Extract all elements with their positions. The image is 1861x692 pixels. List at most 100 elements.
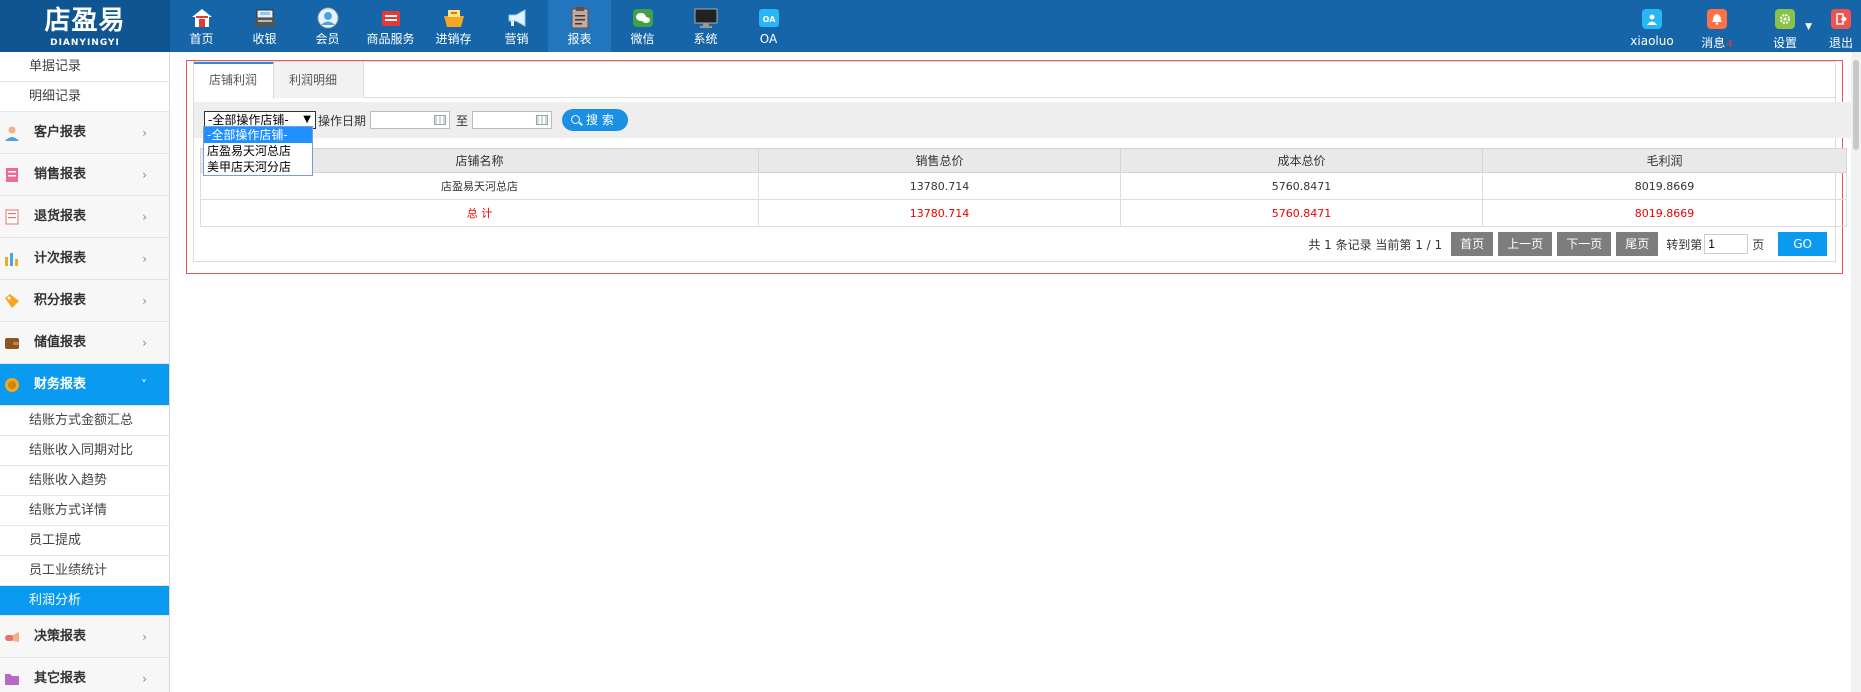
points-icon [5,294,19,308]
next-page-button[interactable]: 下一页 [1557,232,1612,256]
tab-profit-details[interactable]: 利润明细 [274,62,364,98]
start-date-input[interactable] [370,111,450,129]
total-sales: 13780.714 [758,199,1121,227]
sidebar-item-staff-commission[interactable]: 员工提成 [0,526,169,556]
sidebar-item-detail-records[interactable]: 明细记录 [0,82,169,112]
nav-member[interactable]: 会员 [296,0,359,52]
nav-report[interactable]: 报表 [548,0,611,52]
sidebar-group-returns[interactable]: 退货报表 › [0,196,169,238]
nav-home[interactable]: 首页 [170,0,233,52]
count-icon [5,253,18,266]
brand-name: 店盈易 [44,6,126,36]
record-info: 共 1 条记录 当前第 1 / 1 [1308,237,1443,252]
user-name: xiaoluo [1630,34,1674,48]
column-header: 成本总价 [1120,148,1483,173]
sidebar-item-profit-analysis[interactable]: 利润分析 [0,586,169,616]
sidebar-item-staff-performance[interactable]: 员工业绩统计 [0,556,169,586]
bell-icon [1707,9,1727,29]
nav-wechat[interactable]: 微信 [611,0,674,52]
scrollbar-thumb[interactable] [1853,60,1859,150]
profit-table: 店铺名称 销售总价 成本总价 毛利润 店盈易天河总店 13780.714 576… [200,148,1847,227]
filter-bar: -全部操作店铺- ▼ 操作日期 至 搜 索 [194,102,1852,138]
total-cost: 5760.8471 [1120,199,1483,227]
main-nav: 首页 收银 会员 商品服务 进销存 营销 报表 微信 系统 OA OA [170,0,800,52]
content-frame: 店铺利润 利润明细 -全部操作店铺- ▼ 操作日期 至 搜 索 店铺名称 销售总… [186,60,1852,274]
chevron-right-icon: › [142,294,147,308]
column-header: 毛利润 [1482,148,1847,173]
calendar-icon[interactable] [434,115,446,125]
monitor-icon [694,7,718,29]
nav-oa[interactable]: OA OA [737,0,800,52]
chevron-down-icon: ▼ [1805,22,1812,32]
sidebar-group-finance[interactable]: 财务报表 ˅ [0,364,169,406]
sidebar-item-income-trend[interactable]: 结账收入趋势 [0,466,169,496]
sidebar-item-payment-details[interactable]: 结账方式详情 [0,496,169,526]
sidebar-group-sales[interactable]: 销售报表 › [0,154,169,196]
dropdown-option[interactable]: -全部操作店铺- [204,127,312,143]
sidebar-item-bill-records[interactable]: 单据记录 [0,52,169,82]
nav-system[interactable]: 系统 [674,0,737,52]
total-profit: 8019.8669 [1482,199,1847,227]
search-button[interactable]: 搜 索 [562,109,628,131]
sidebar-group-decision[interactable]: 决策报表 › [0,616,169,658]
report-panel: 店铺利润 利润明细 -全部操作店铺- ▼ 操作日期 至 搜 索 店铺名称 销售总… [193,61,1852,262]
top-bar: 店盈易 DIANYINGYI 首页 收银 会员 商品服务 进销存 营销 报表 微… [0,0,1861,52]
sidebar-group-other[interactable]: 其它报表 › [0,658,169,692]
cost-total-cell: 5760.8471 [1120,172,1483,200]
member-icon [316,7,340,29]
nav-cashier[interactable]: 收银 [233,0,296,52]
pagination: 共 1 条记录 当前第 1 / 1 首页 上一页 下一页 尾页 转到第 页 GO [1308,232,1827,256]
wechat-icon [631,7,655,29]
sidebar-item-payment-summary[interactable]: 结账方式金额汇总 [0,406,169,436]
page-scrollbar[interactable] [1851,52,1861,692]
tab-bar: 店铺利润 利润明细 [194,62,1835,99]
nav-marketing[interactable]: 营销 [485,0,548,52]
report-icon [568,7,592,29]
first-page-button[interactable]: 首页 [1451,232,1494,256]
to-label: 至 [456,114,469,128]
finance-icon [5,378,19,392]
end-date-input[interactable] [472,111,552,129]
nav-inventory[interactable]: 进销存 [422,0,485,52]
dropdown-option[interactable]: 店盈易天河总店 [204,143,312,159]
chevron-down-icon: ˅ [141,378,147,392]
svg-text:OA: OA [762,15,776,24]
sidebar-group-points[interactable]: 积分报表 › [0,280,169,322]
total-label: 总 计 [200,199,759,227]
dropdown-option[interactable]: 美甲店天河分店 [204,159,312,175]
wallet-icon [5,338,19,349]
sidebar-group-stored-value[interactable]: 储值报表 › [0,322,169,364]
date-label: 操作日期 [318,114,367,128]
messages-count: 4 [1726,39,1733,50]
prev-page-button[interactable]: 上一页 [1498,232,1553,256]
cash-register-icon [253,7,277,29]
sidebar-item-income-comparison[interactable]: 结账收入同期对比 [0,436,169,466]
messages-button[interactable]: 消息4 [1696,0,1738,52]
sidebar-group-customer[interactable]: 客户报表 › [0,112,169,154]
messages-label: 消息 [1701,36,1726,50]
page-number-input[interactable] [1704,234,1749,254]
decision-icon [5,632,19,642]
logout-icon [1831,9,1851,29]
user-menu[interactable]: xiaoluo [1628,0,1676,52]
sales-total-cell: 13780.714 [758,172,1121,200]
chevron-right-icon: › [142,252,147,266]
calendar-icon[interactable] [536,115,548,125]
store-name-cell: 店盈易天河总店 [200,172,759,200]
goods-icon [379,7,403,29]
sidebar-group-count[interactable]: 计次报表 › [0,238,169,280]
brand-logo[interactable]: 店盈易 DIANYINGYI [0,0,170,52]
last-page-button[interactable]: 尾页 [1616,232,1659,256]
gear-icon [1775,9,1795,29]
tab-store-profit[interactable]: 店铺利润 [194,62,274,99]
megaphone-icon [505,7,529,29]
nav-goods[interactable]: 商品服务 [359,0,422,52]
go-button[interactable]: GO [1778,232,1827,256]
other-icon [5,674,19,685]
chevron-right-icon: › [142,126,147,140]
chevron-right-icon: › [142,672,147,686]
search-icon [571,115,580,124]
sales-icon [6,168,18,182]
settings-button[interactable]: 设置 ▼ [1760,0,1812,52]
logout-button[interactable]: 退出 [1824,0,1858,52]
